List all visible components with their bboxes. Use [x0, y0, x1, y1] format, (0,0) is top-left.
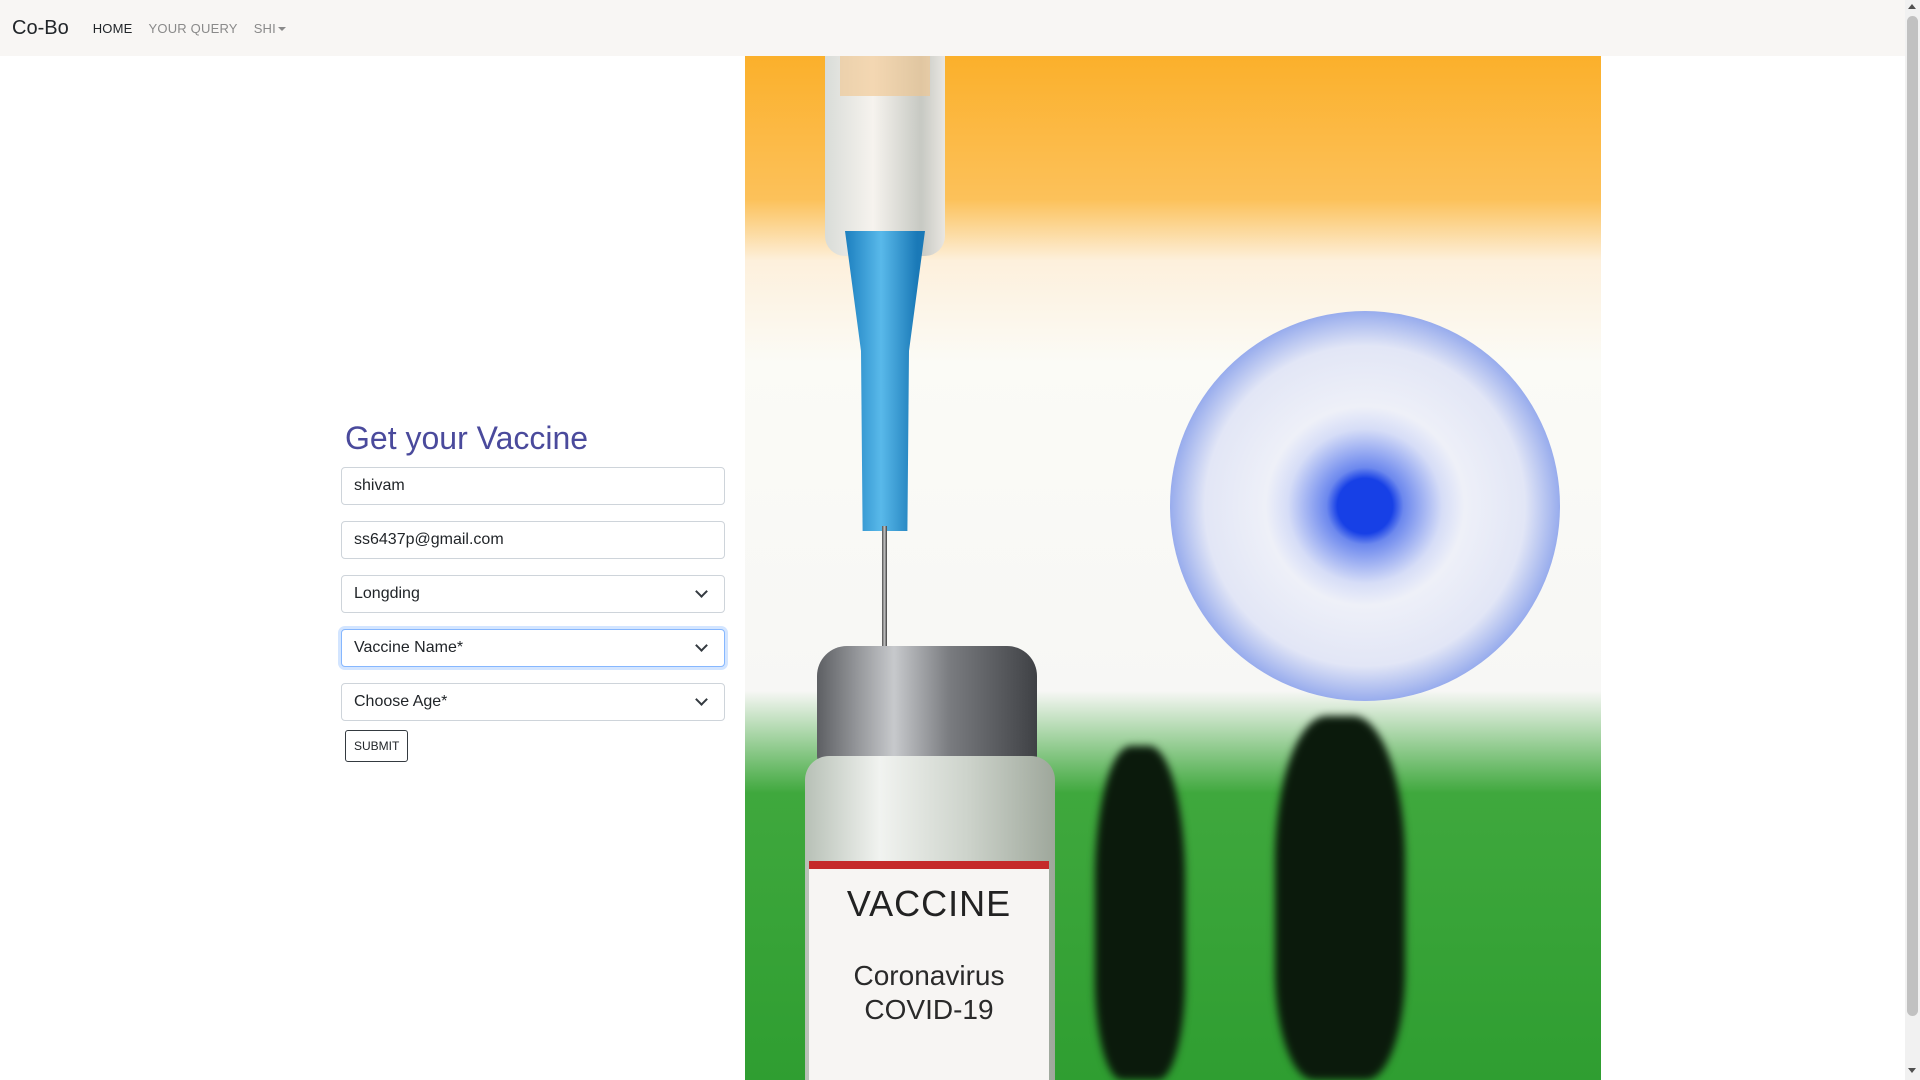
- nav-home[interactable]: HOME: [93, 21, 133, 36]
- location-select[interactable]: Longding: [341, 575, 725, 613]
- scroll-up-arrow-icon[interactable]: [1908, 4, 1916, 9]
- vial-label: VACCINE Coronavirus COVID-19: [809, 861, 1049, 1080]
- vial-label-line1: Coronavirus: [853, 960, 1005, 991]
- nav-user-label: SHI: [253, 20, 276, 36]
- chevron-down-icon: [695, 639, 708, 652]
- vaccine-placeholder: Vaccine Name*: [354, 639, 464, 656]
- submit-button[interactable]: SUBMIT: [345, 730, 409, 762]
- chevron-down-icon: [695, 693, 708, 706]
- vial-label-title: VACCINE: [846, 883, 1012, 924]
- age-placeholder: Choose Age*: [354, 693, 448, 710]
- ashoka-chakra-blur: [1170, 311, 1560, 701]
- location-value: Longding: [354, 585, 420, 602]
- caret-down-icon: [277, 27, 286, 32]
- top-navbar: Co-Bo HOME YOUR QUERY SHI: [0, 0, 1905, 56]
- email-value: ss6437p@gmail.com: [354, 531, 504, 548]
- vial-cap: [817, 646, 1037, 766]
- age-select[interactable]: Choose Age*: [341, 683, 725, 721]
- vaccine-hero-image: VACCINE Coronavirus COVID-19: [745, 56, 1601, 1080]
- vertical-scrollbar[interactable]: [1905, 0, 1920, 1080]
- name-input[interactable]: shivam: [341, 467, 725, 505]
- silhouette-figure: [1275, 716, 1405, 1080]
- scrollbar-thumb[interactable]: [1907, 16, 1918, 1016]
- name-value: shivam: [354, 477, 405, 494]
- vaccine-form: Get your Vaccine shivam ss6437p@gmail.co…: [341, 420, 725, 762]
- vial-label-line2: COVID-19: [864, 994, 994, 1025]
- needle: [882, 526, 887, 656]
- chevron-down-icon: [695, 585, 708, 598]
- vaccine-select[interactable]: Vaccine Name*: [341, 629, 725, 667]
- nav-your-query[interactable]: YOUR QUERY: [149, 21, 238, 36]
- email-input[interactable]: ss6437p@gmail.com: [341, 521, 725, 559]
- form-title: Get your Vaccine: [345, 420, 589, 456]
- silhouette-figure: [1095, 746, 1185, 1080]
- brand-logo[interactable]: Co-Bo: [12, 17, 69, 40]
- nav-user-dropdown[interactable]: SHI: [254, 21, 286, 36]
- scroll-down-arrow-icon[interactable]: [1908, 1068, 1916, 1073]
- syringe-band: [840, 56, 930, 96]
